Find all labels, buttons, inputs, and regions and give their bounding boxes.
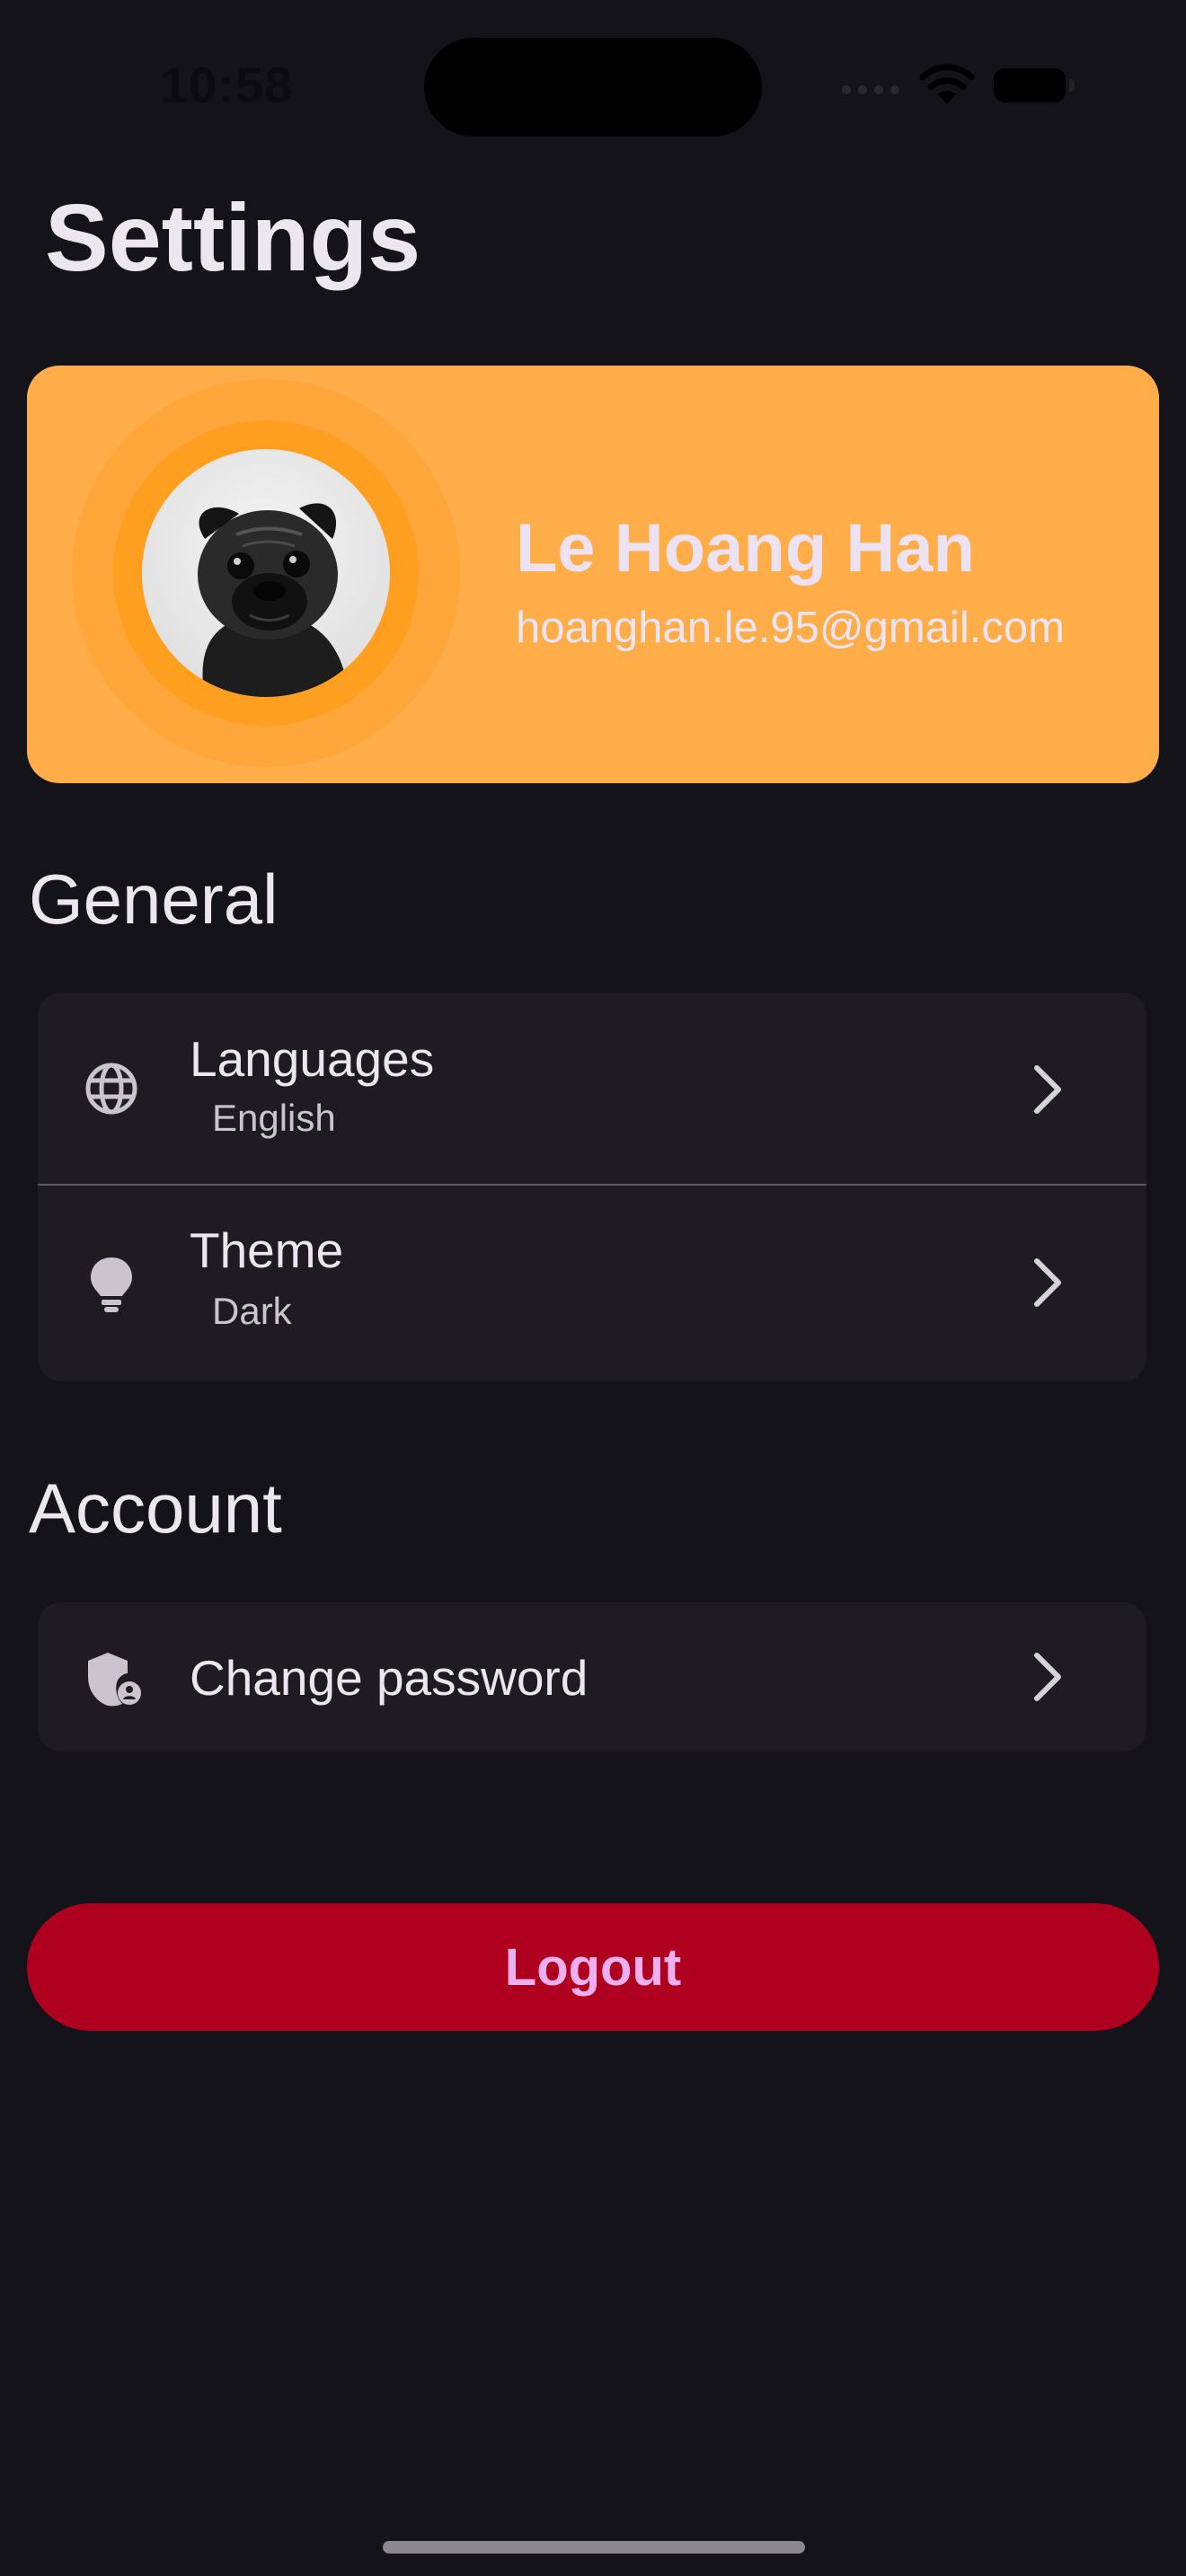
account-card: Change password	[38, 1602, 1146, 1751]
settings-item-value: Dark	[212, 1290, 292, 1332]
settings-item-change-password[interactable]: Change password	[38, 1602, 1146, 1751]
settings-item-title: Theme	[190, 1222, 344, 1278]
battery-cap	[1069, 79, 1075, 92]
globe-icon	[84, 1062, 138, 1120]
profile-email: hoanghan.le.95@gmail.com	[516, 604, 1065, 652]
chevron-right-icon	[1030, 1256, 1066, 1314]
chevron-right-icon	[1030, 1063, 1066, 1121]
cellular-signal-icon	[841, 83, 906, 101]
logout-button[interactable]: Logout	[27, 1903, 1159, 2031]
general-card: Languages English Theme Dark	[38, 992, 1146, 1381]
profile-name: Le Hoang Han	[516, 510, 975, 587]
settings-item-title: Languages	[190, 1031, 435, 1087]
avatar[interactable]	[142, 449, 390, 697]
wifi-icon	[918, 63, 976, 110]
lightbulb-icon	[84, 1256, 138, 1318]
chevron-right-icon	[1030, 1650, 1066, 1708]
shield-person-icon	[84, 1650, 142, 1712]
settings-item-theme[interactable]: Theme Dark	[38, 1186, 1146, 1381]
battery-icon	[994, 68, 1066, 102]
profile-card[interactable]: Le Hoang Han hoanghan.le.95@gmail.com	[27, 366, 1159, 783]
dynamic-island	[424, 38, 762, 137]
pug-photo-icon	[198, 503, 349, 697]
settings-item-languages[interactable]: Languages English	[38, 992, 1146, 1184]
home-indicator[interactable]	[383, 2541, 805, 2554]
section-title-account: Account	[29, 1469, 282, 1548]
page-title: Settings	[45, 185, 421, 291]
settings-item-value: English	[212, 1097, 336, 1139]
settings-item-title: Change password	[190, 1650, 589, 1706]
status-time: 10:58	[160, 57, 294, 113]
section-title-general: General	[29, 860, 279, 939]
